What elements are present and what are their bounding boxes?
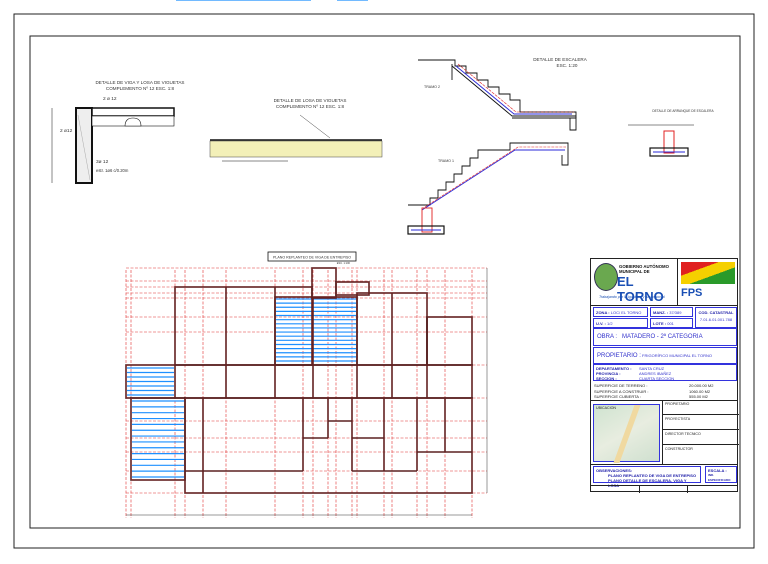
stair-detail-title: DETALLE DE ESCALERA (533, 57, 587, 62)
logo-name: EL TORNO (617, 274, 664, 304)
tramo-2-label: TRAMO 2 (424, 85, 440, 89)
obra-field: OBRA : MATADERO - 2ª CATEGORIA (593, 328, 737, 346)
beam-axis (130, 397, 186, 481)
propietario-field: PROPIETARIO : FRIGORÍFICO MUNICIPAL EL T… (593, 347, 737, 364)
manzana-field: MANZ. : 37/389 (650, 307, 693, 317)
floor-plan: PLANO REPLANTEO DE VIGA DE ENTREPISO ESC… (125, 0, 488, 518)
cod-catastral-field: COD. CATASTRAL 7.01.6.01.001.788 (695, 307, 737, 328)
beam-bar-top-label: 2 ø 12 (103, 96, 117, 102)
uv-field: U.V. : 1/2 (593, 318, 648, 328)
beam-bar-bottom-label: 3ø 12 (96, 159, 109, 165)
location-map: UBICACION (593, 404, 660, 463)
beam-detail-subtitle: COMPLEMENTO Nº 12 ESC. 1:8 (106, 86, 175, 91)
propietario-signature: PROPIETARIO (663, 400, 739, 415)
beam-bar-side-label: 2 ø12 (60, 128, 73, 134)
municipal-logo: GOBIERNO AUTÓNOMO MUNICIPAL DE EL TORNO … (591, 259, 678, 305)
beam-axis (125, 364, 473, 399)
constructor-signature: CONSTRUCTOR (665, 447, 693, 451)
beam-stirrup-label: estr. 1ø6 c/0.20m (96, 168, 129, 173)
beam-axis (311, 267, 337, 299)
plan-scale: ESC. 1:100 (337, 261, 351, 265)
tramo-1-label: TRAMO 1 (438, 159, 454, 163)
escala-field: ESCALA : IND. ESPECIFICADO (705, 466, 737, 483)
logo-slogan: Trabajando por la igualdad y futuro soci… (599, 295, 665, 299)
fps-logo: FPS (678, 259, 738, 305)
beam-axis (426, 316, 473, 366)
beam (130, 397, 186, 481)
ubicacion-label: UBICACION (596, 406, 616, 410)
director-signature: DIRECTOR TECNICO (663, 430, 739, 445)
plan-title: PLANO REPLANTEO DE VIGA DE ENTREPISO (273, 256, 351, 260)
beam (125, 364, 473, 399)
location-fields: DEPARTAMENTO : PROVINCIA : SECCION : SANTA… (593, 364, 737, 381)
zona-field: ZONA : LOC/ EL TORNO (593, 307, 648, 317)
beam-slab-detail: DETALLE DE VIGA Y LOSA DE VIGUETAS COMPL… (51, 80, 383, 184)
lote-field: LOTE : 001 (650, 318, 693, 328)
slab-detail-subtitle: COMPLEMENTO Nº 12 ESC. 1:8 (276, 104, 345, 109)
proyectista-signature: PROYECTISTA (663, 415, 739, 430)
observaciones: OBSERVACIONES: PLANO REPLANTEO DE VIGA D… (593, 466, 701, 488)
beam (311, 267, 337, 299)
footing-detail-title: DETALLE DE ARRANQUE DE ESCALERA (652, 109, 714, 113)
beam (426, 316, 473, 366)
slab-detail-title: DETALLE DE LOSA DE VIGUETAS (274, 98, 347, 103)
stair-detail-scale: ESC. 1:20 (557, 63, 578, 68)
fps-logo-text: FPS (681, 287, 703, 299)
title-block: GOBIERNO AUTÓNOMO MUNICIPAL DE EL TORNO … (590, 258, 739, 493)
stair-detail: DETALLE DE ESCALERA ESC. 1:20 TRAMO 2 TR… (407, 57, 714, 235)
beam-detail-title: DETALLE DE VIGA Y LOSA DE VIGUETAS (95, 80, 184, 85)
